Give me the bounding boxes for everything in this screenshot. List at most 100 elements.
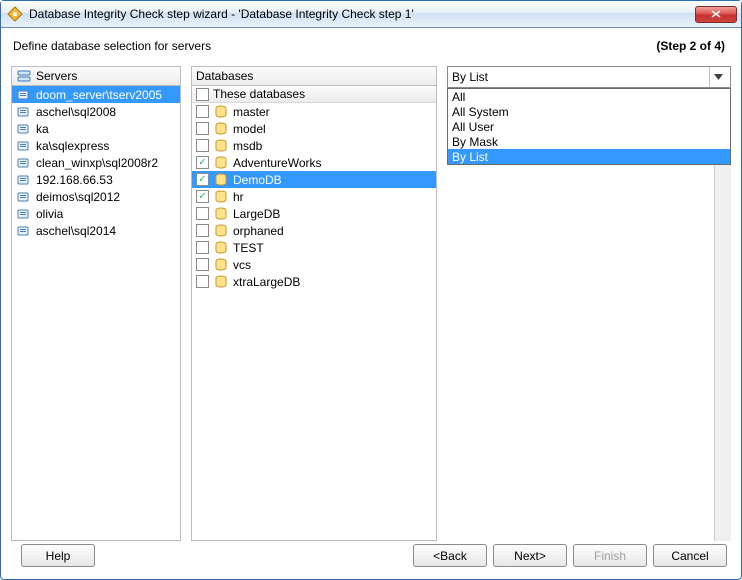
- wizard-subheader: Define database selection for servers (S…: [1, 28, 741, 58]
- database-item[interactable]: msdb: [192, 137, 436, 154]
- select-all-checkbox[interactable]: [196, 88, 209, 101]
- server-item[interactable]: ka\sqlexpress: [12, 137, 180, 154]
- server-item[interactable]: ka: [12, 120, 180, 137]
- database-label: msdb: [233, 139, 262, 153]
- database-item[interactable]: hr: [192, 188, 436, 205]
- combo-option[interactable]: By List: [448, 149, 730, 164]
- database-icon: [213, 138, 229, 154]
- database-checkbox[interactable]: [196, 275, 209, 288]
- help-button[interactable]: Help: [21, 544, 95, 567]
- cancel-button[interactable]: Cancel: [653, 544, 727, 567]
- database-label: orphaned: [233, 224, 284, 238]
- database-icon: [213, 274, 229, 290]
- next-button[interactable]: Next>: [493, 544, 567, 567]
- combo-option[interactable]: All System: [448, 104, 730, 119]
- database-checkbox[interactable]: [196, 241, 209, 254]
- server-item[interactable]: 192.168.66.53: [12, 171, 180, 188]
- main-area: Servers doom_server\tserv2005 aschel\sql2…: [1, 58, 741, 538]
- database-checkbox[interactable]: [196, 190, 209, 203]
- combo-option[interactable]: All User: [448, 119, 730, 134]
- selection-combo-dropdown[interactable]: AllAll SystemAll UserBy MaskBy List: [447, 88, 731, 165]
- database-checkbox[interactable]: [196, 122, 209, 135]
- database-checkbox[interactable]: [196, 139, 209, 152]
- databases-subheader[interactable]: These databases: [192, 86, 436, 103]
- database-item[interactable]: orphaned: [192, 222, 436, 239]
- databases-list[interactable]: These databases master model msdb AdventureW…: [191, 86, 437, 541]
- server-label: deimos\sql2012: [36, 190, 120, 204]
- instruction-text: Define database selection for servers: [13, 39, 211, 53]
- database-label: LargeDB: [233, 207, 280, 221]
- database-label: AdventureWorks: [233, 156, 321, 170]
- server-item[interactable]: clean_winxp\sql2008r2: [12, 154, 180, 171]
- server-label: aschel\sql2008: [36, 105, 116, 119]
- chevron-down-icon[interactable]: [709, 67, 726, 87]
- database-checkbox[interactable]: [196, 207, 209, 220]
- databases-panel: Databases These databases master model msdb…: [191, 66, 437, 538]
- server-icon: [16, 172, 32, 188]
- database-item[interactable]: master: [192, 103, 436, 120]
- database-icon: [213, 121, 229, 137]
- combo-option[interactable]: By Mask: [448, 134, 730, 149]
- database-item[interactable]: xtraLargeDB: [192, 273, 436, 290]
- database-item[interactable]: AdventureWorks: [192, 154, 436, 171]
- server-group-icon: [16, 68, 32, 84]
- database-item[interactable]: model: [192, 120, 436, 137]
- server-icon: [16, 138, 32, 154]
- database-icon: [213, 155, 229, 171]
- server-icon: [16, 206, 32, 222]
- server-icon: [16, 121, 32, 137]
- database-checkbox[interactable]: [196, 105, 209, 118]
- server-item[interactable]: olivia: [12, 205, 180, 222]
- database-icon: [213, 172, 229, 188]
- app-icon: [7, 6, 23, 22]
- window-close-button[interactable]: [695, 6, 737, 23]
- selection-combo-box[interactable]: By List: [447, 66, 731, 88]
- database-label: hr: [233, 190, 244, 204]
- database-icon: [213, 240, 229, 256]
- database-item[interactable]: DemoDB: [192, 171, 436, 188]
- titlebar: Database Integrity Check step wizard - '…: [1, 1, 741, 28]
- servers-list[interactable]: doom_server\tserv2005 aschel\sql2008 kaka\…: [11, 86, 181, 541]
- databases-header-label: Databases: [196, 69, 253, 83]
- database-label: DemoDB: [233, 173, 282, 187]
- server-icon: [16, 189, 32, 205]
- server-item[interactable]: aschel\sql2014: [12, 222, 180, 239]
- wizard-footer: Help <Back Next> Finish Cancel: [1, 536, 741, 579]
- server-label: doom_server\tserv2005: [36, 88, 162, 102]
- database-label: TEST: [233, 241, 264, 255]
- server-item[interactable]: doom_server\tserv2005: [12, 86, 180, 103]
- database-item[interactable]: LargeDB: [192, 205, 436, 222]
- back-button[interactable]: <Back: [413, 544, 487, 567]
- database-label: xtraLargeDB: [233, 275, 300, 289]
- database-label: master: [233, 105, 270, 119]
- database-checkbox[interactable]: [196, 258, 209, 271]
- server-label: olivia: [36, 207, 63, 221]
- selection-mode-combo[interactable]: By List AllAll SystemAll UserBy MaskBy L…: [447, 66, 731, 88]
- server-label: aschel\sql2014: [36, 224, 116, 238]
- database-icon: [213, 206, 229, 222]
- combo-option[interactable]: All: [448, 89, 730, 104]
- database-item[interactable]: TEST: [192, 239, 436, 256]
- selection-mode-panel: By List AllAll SystemAll UserBy MaskBy L…: [447, 66, 731, 538]
- database-label: model: [233, 122, 266, 136]
- server-item[interactable]: deimos\sql2012: [12, 188, 180, 205]
- database-checkbox[interactable]: [196, 156, 209, 169]
- databases-header: Databases: [191, 66, 437, 86]
- database-checkbox[interactable]: [196, 224, 209, 237]
- database-checkbox[interactable]: [196, 173, 209, 186]
- database-icon: [213, 223, 229, 239]
- servers-header-label: Servers: [36, 69, 77, 83]
- server-icon: [16, 87, 32, 103]
- step-indicator: (Step 2 of 4): [656, 39, 725, 53]
- server-label: ka: [36, 122, 49, 136]
- database-icon: [213, 189, 229, 205]
- servers-panel: Servers doom_server\tserv2005 aschel\sql2…: [11, 66, 181, 538]
- database-item[interactable]: vcs: [192, 256, 436, 273]
- window-title: Database Integrity Check step wizard - '…: [29, 7, 695, 21]
- server-icon: [16, 104, 32, 120]
- database-icon: [213, 104, 229, 120]
- selection-combo-value: By List: [452, 70, 488, 84]
- database-label: vcs: [233, 258, 251, 272]
- server-icon: [16, 155, 32, 171]
- server-item[interactable]: aschel\sql2008: [12, 103, 180, 120]
